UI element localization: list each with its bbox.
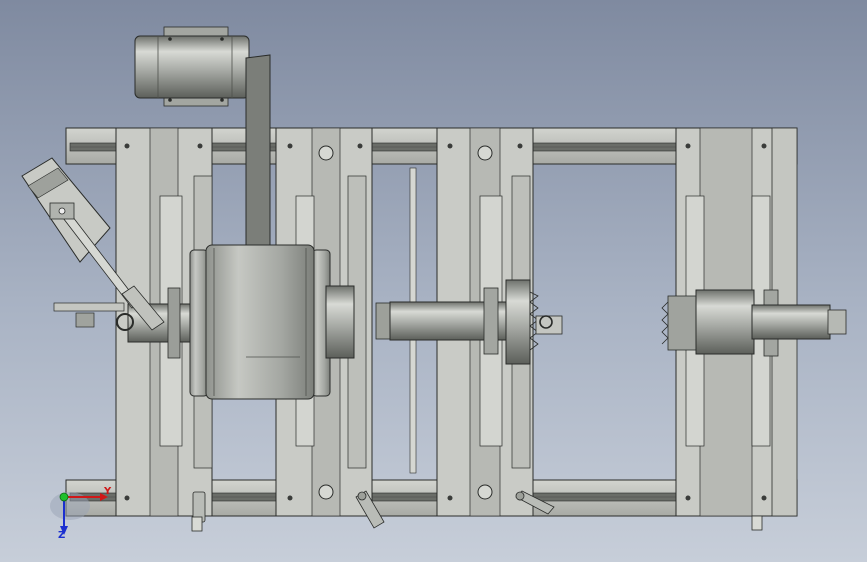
drive-drum [189,244,355,400]
axis-y-label: Y [104,486,112,497]
origin-marker [59,492,69,502]
drive-belt [245,54,271,256]
foot-pin-right [751,515,763,531]
machine-drawing [21,26,847,535]
clamp-handle-1 [191,491,206,532]
motor [134,26,250,107]
cad-viewport[interactable]: Y Z [0,0,867,562]
right-shaft [661,289,847,357]
axis-z-label: Z [58,530,66,541]
